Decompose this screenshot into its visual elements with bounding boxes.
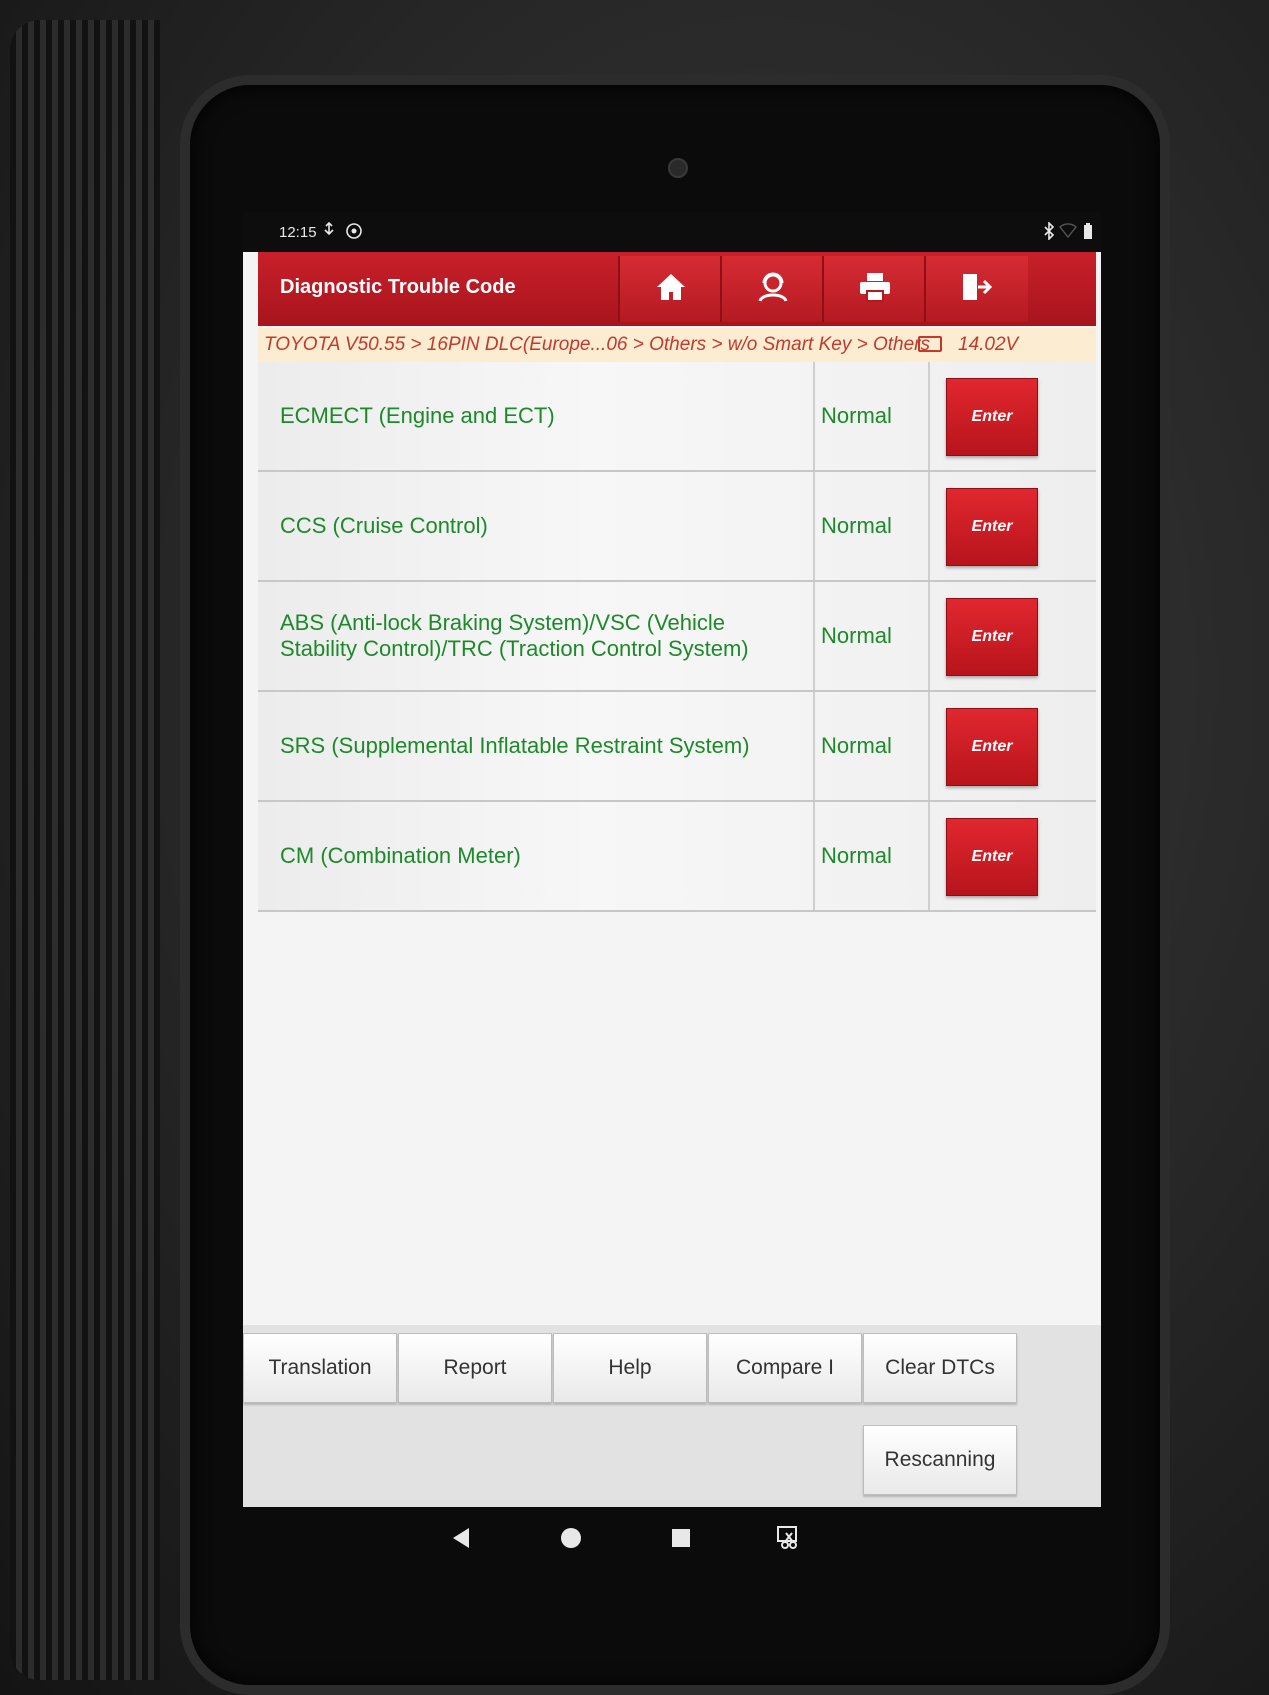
report-button[interactable]: Report xyxy=(398,1333,552,1403)
tablet-screen: 12:15 Diagnostic Trouble Code TOYOTA V50… xyxy=(243,212,1101,1507)
system-status: Normal xyxy=(821,733,892,758)
table-row: CCS (Cruise Control) Normal Enter xyxy=(258,472,1096,582)
column-divider xyxy=(928,472,930,580)
status-bar: 12:15 xyxy=(243,212,1101,252)
rescanning-button[interactable]: Rescanning xyxy=(863,1425,1017,1495)
settings-icon xyxy=(345,222,363,245)
table-row: ECMECT (Engine and ECT) Normal Enter xyxy=(258,362,1096,472)
enter-button[interactable]: Enter xyxy=(946,818,1038,896)
table-row: SRS (Supplemental Inflatable Restraint S… xyxy=(258,692,1096,802)
support-button[interactable] xyxy=(720,256,824,322)
system-status: Normal xyxy=(821,623,892,648)
tablet-device: 12:15 Diagnostic Trouble Code TOYOTA V50… xyxy=(0,0,1269,1695)
usb-icon xyxy=(321,221,337,243)
system-nav-bar xyxy=(243,1507,1101,1577)
clear-dtcs-button[interactable]: Clear DTCs xyxy=(863,1333,1017,1403)
column-divider xyxy=(928,802,930,910)
help-button[interactable]: Help xyxy=(553,1333,707,1403)
system-status: Normal xyxy=(821,513,892,538)
column-divider xyxy=(928,362,930,470)
breadcrumb-path: TOYOTA V50.55 > 16PIN DLC(Europe...06 > … xyxy=(264,334,931,355)
print-button[interactable] xyxy=(822,256,926,322)
device-grip xyxy=(10,20,160,1680)
status-time: 12:15 xyxy=(279,224,317,241)
enter-button[interactable]: Enter xyxy=(946,598,1038,676)
wifi-icon xyxy=(1059,222,1077,243)
enter-button[interactable]: Enter xyxy=(946,708,1038,786)
system-name: CM (Combination Meter) xyxy=(280,843,521,868)
compare-button[interactable]: Compare I xyxy=(708,1333,862,1403)
system-list: ECMECT (Engine and ECT) Normal Enter CCS… xyxy=(258,362,1096,912)
column-divider xyxy=(813,582,815,690)
home-circle-icon xyxy=(560,1527,582,1556)
table-row: ABS (Anti-lock Braking System)/VSC (Vehi… xyxy=(258,582,1096,692)
home-icon xyxy=(655,272,687,307)
back-button[interactable] xyxy=(441,1521,481,1561)
system-name: ECMECT (Engine and ECT) xyxy=(280,403,555,428)
back-icon xyxy=(451,1527,471,1556)
column-divider xyxy=(813,692,815,800)
recents-icon xyxy=(671,1527,691,1555)
battery-voltage: 14.02V xyxy=(958,334,1019,355)
page-title: Diagnostic Trouble Code xyxy=(280,276,516,298)
vehicle-battery-icon xyxy=(918,336,942,352)
screenshot-icon xyxy=(776,1525,802,1558)
system-name: SRS (Supplemental Inflatable Restraint S… xyxy=(280,733,750,758)
column-divider xyxy=(928,582,930,690)
enter-button[interactable]: Enter xyxy=(946,488,1038,566)
recents-button[interactable] xyxy=(661,1521,701,1561)
column-divider xyxy=(813,802,815,910)
system-name: ABS (Anti-lock Braking System)/VSC (Vehi… xyxy=(280,610,749,661)
home-button[interactable] xyxy=(618,256,722,322)
nav-home-button[interactable] xyxy=(551,1521,591,1561)
support-icon xyxy=(756,271,790,308)
exit-icon xyxy=(960,271,994,308)
column-divider xyxy=(813,472,815,580)
exit-button[interactable] xyxy=(924,256,1028,322)
battery-icon xyxy=(1083,222,1093,245)
print-icon xyxy=(858,271,892,308)
camera-icon xyxy=(668,158,688,178)
screenshot-button[interactable] xyxy=(769,1521,809,1561)
breadcrumb: TOYOTA V50.55 > 16PIN DLC(Europe...06 > … xyxy=(258,328,1096,363)
bluetooth-icon xyxy=(1043,221,1055,245)
system-name: CCS (Cruise Control) xyxy=(280,513,488,538)
title-bar: Diagnostic Trouble Code xyxy=(258,252,1096,326)
table-row: CM (Combination Meter) Normal Enter xyxy=(258,802,1096,912)
system-status: Normal xyxy=(821,403,892,428)
system-status: Normal xyxy=(821,843,892,868)
column-divider xyxy=(813,362,815,470)
column-divider xyxy=(928,692,930,800)
translation-button[interactable]: Translation xyxy=(243,1333,397,1403)
enter-button[interactable]: Enter xyxy=(946,378,1038,456)
bottom-toolbar: Translation Report Help Compare I Clear … xyxy=(243,1325,1101,1507)
